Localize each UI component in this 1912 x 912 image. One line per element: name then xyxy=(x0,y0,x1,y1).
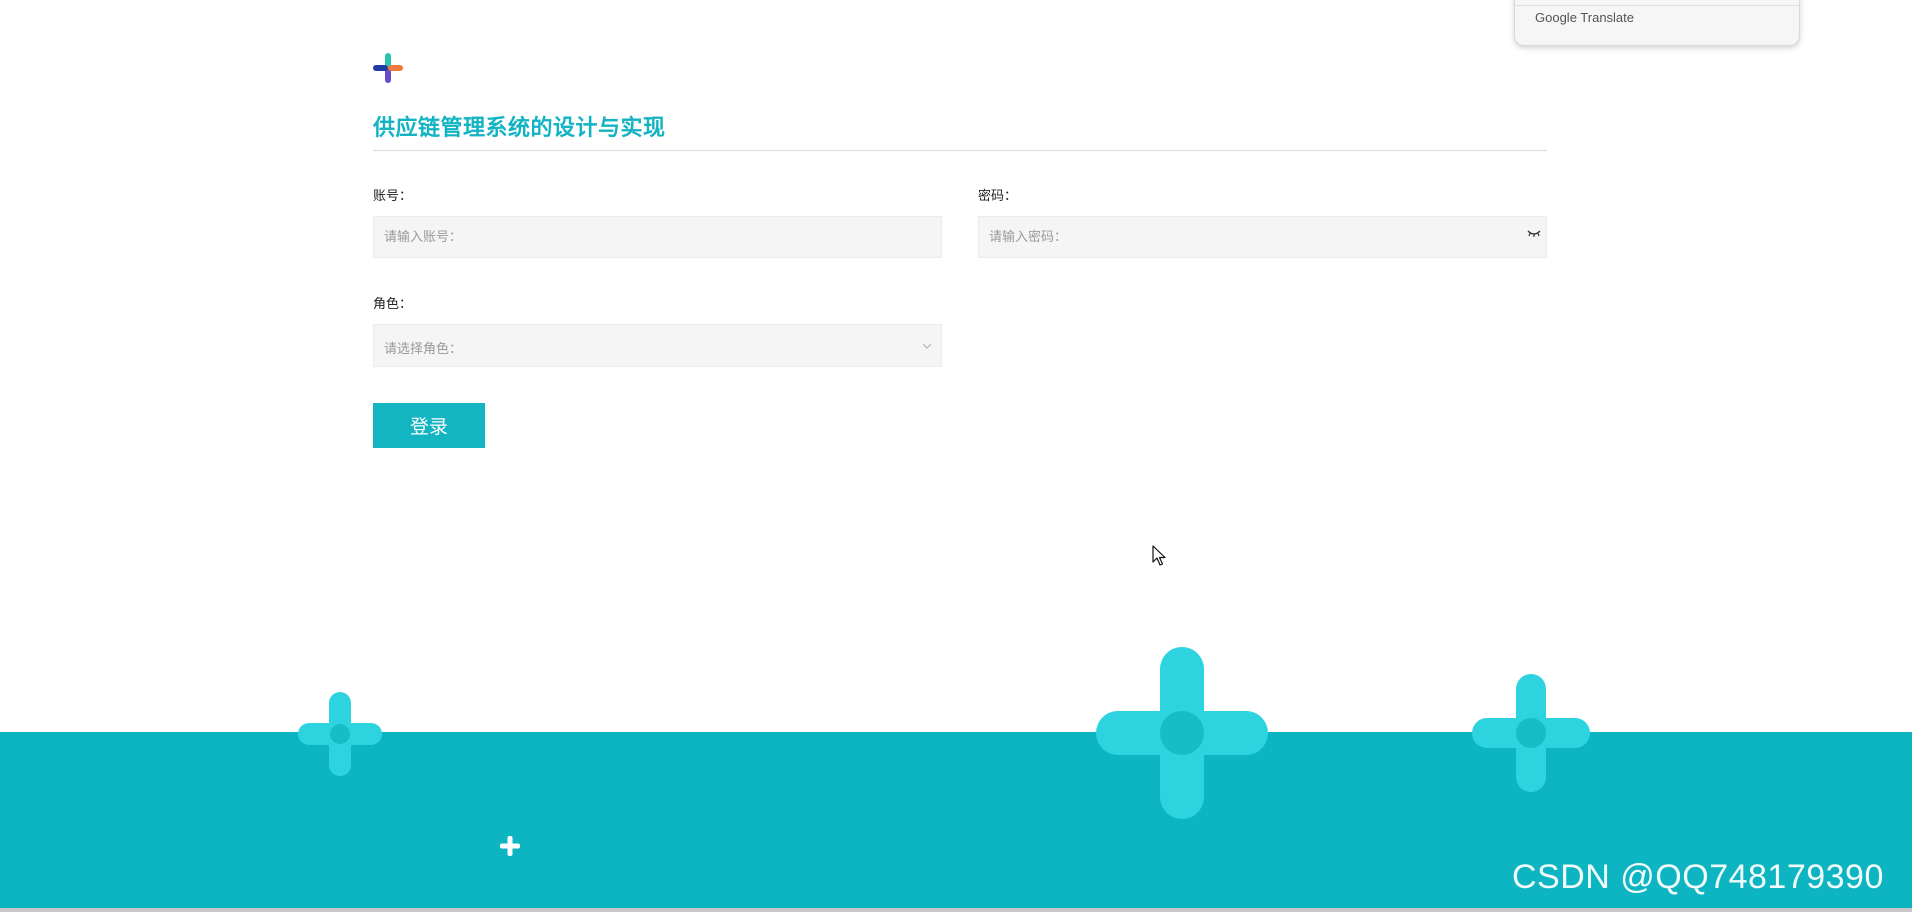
mouse-pointer-icon xyxy=(1152,545,1166,566)
google-translate-popup[interactable]: Google Translate xyxy=(1514,0,1800,46)
cross-decoration-icon xyxy=(298,692,382,776)
google-translate-label: Google Translate xyxy=(1535,10,1635,25)
chevron-down-icon xyxy=(922,343,932,349)
small-plus-icon xyxy=(500,836,520,856)
watermark-text: CSDN @QQ748179390 xyxy=(1512,858,1884,896)
account-label: 账号： xyxy=(373,189,413,204)
account-input[interactable] xyxy=(373,216,942,258)
role-label: 角色： xyxy=(373,297,413,312)
plus-logo-icon xyxy=(373,53,403,83)
password-input[interactable] xyxy=(978,216,1547,258)
popup-divider xyxy=(1515,5,1799,6)
cross-decoration-icon xyxy=(1472,674,1590,792)
login-button[interactable]: 登录 xyxy=(373,403,485,448)
password-label: 密码： xyxy=(978,189,1018,204)
title-divider xyxy=(373,150,1547,151)
role-select[interactable]: 请选择角色： xyxy=(373,324,942,367)
page-title: 供应链管理系统的设计与实现 xyxy=(373,116,666,141)
footer-bottom-line xyxy=(0,908,1912,912)
cross-decoration-icon xyxy=(1096,647,1268,819)
role-select-placeholder: 请选择角色： xyxy=(384,342,463,357)
eye-closed-icon[interactable] xyxy=(1527,228,1541,238)
